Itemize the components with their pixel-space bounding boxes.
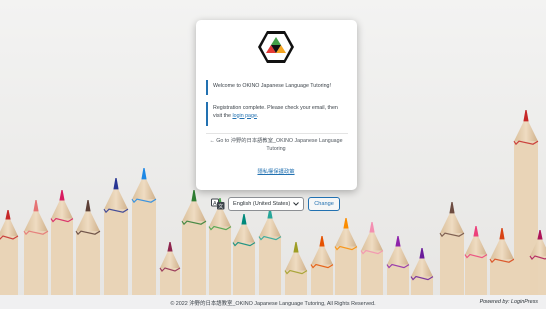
registration-suffix: . [256, 112, 259, 119]
privacy-policy-link[interactable]: 隱私權保護政策 [257, 169, 294, 175]
change-language-button[interactable]: Change [308, 197, 340, 211]
welcome-message: Welcome to OKINO Japanese Language Tutor… [213, 83, 331, 89]
footer: © 2022 沖野的日本語教室_OKINO Japanese Language … [0, 295, 546, 309]
translate-icon: A 文 [211, 198, 225, 210]
site-logo-icon[interactable] [257, 30, 295, 64]
login-page-link[interactable]: login page [232, 113, 256, 119]
powered-by-text: Powered by: LoginPress [479, 299, 538, 305]
svg-text:A: A [213, 201, 217, 207]
login-card: Welcome to OKINO Japanese Language Tutor… [196, 20, 357, 190]
svg-text:文: 文 [218, 203, 223, 210]
language-select[interactable]: English (United States) [228, 197, 305, 211]
language-switcher: A 文 English (United States) Change [211, 197, 340, 211]
divider [206, 133, 348, 134]
privacy-policy: 隱私權保護政策 [208, 167, 344, 175]
back-to-site: ← Go to 沖野的日本語教室_OKINO Japanese Language… [208, 138, 344, 153]
back-to-site-link[interactable]: ← Go to 沖野的日本語教室_OKINO Japanese Language… [209, 138, 342, 152]
registration-notice: Registration complete. Please check your… [206, 102, 348, 126]
chevron-down-icon [293, 202, 300, 206]
copyright-text: © 2022 沖野的日本語教室_OKINO Japanese Language … [170, 301, 376, 307]
language-selected: English (United States) [233, 201, 291, 207]
welcome-notice: Welcome to OKINO Japanese Language Tutor… [206, 80, 348, 95]
